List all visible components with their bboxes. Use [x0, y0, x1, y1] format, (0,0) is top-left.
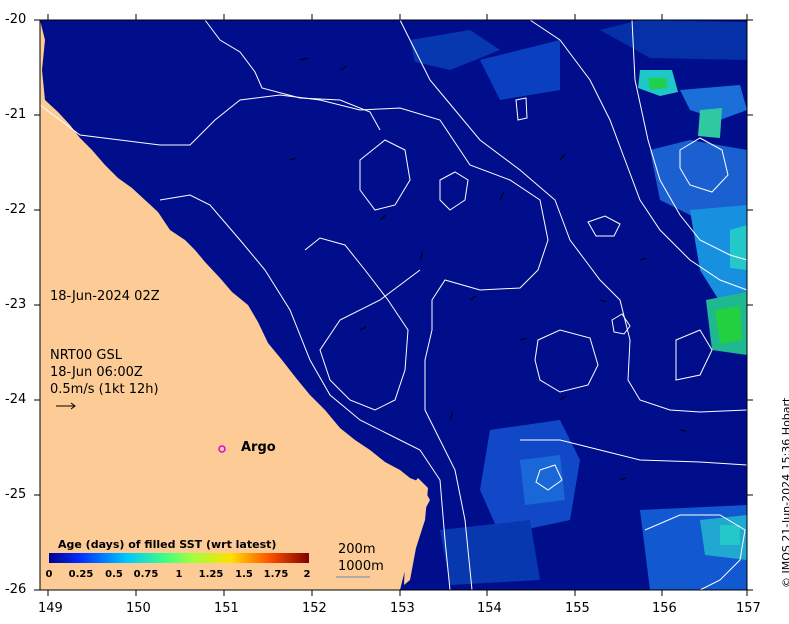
y-tick-label: -21 [5, 107, 27, 122]
map-canvas [34, 14, 753, 596]
x-tick-label: 154 [477, 601, 502, 616]
colorbar [49, 553, 309, 563]
y-tick-label: -22 [5, 202, 27, 217]
x-tick-label: 156 [652, 601, 677, 616]
current-scale-label: 0.5m/s (1kt 12h) [50, 382, 159, 397]
y-tick-label: -24 [5, 392, 27, 407]
colorbar-tick: 1 [175, 569, 183, 580]
x-tick-label: 149 [38, 601, 63, 616]
x-tick-label: 157 [736, 601, 761, 616]
y-tick-label: -23 [5, 297, 27, 312]
colorbar-tick: 1.5 [235, 569, 253, 580]
colorbar-tick: 0.5 [105, 569, 123, 580]
colorbar-tick: 0.75 [133, 569, 159, 580]
y-tick-label: -25 [5, 487, 27, 502]
y-tick-label: -20 [5, 12, 27, 27]
colorbar-tick: 1.25 [198, 569, 224, 580]
colorbar-tick: 0 [45, 569, 53, 580]
argo-label: Argo [241, 440, 276, 455]
x-tick-label: 153 [390, 601, 415, 616]
credit-label: © IMOS 21-Jun-2024 15:36 Hobart [780, 397, 789, 588]
colorbar-title: Age (days) of filled SST (wrt latest) [58, 538, 277, 551]
x-tick-label: 151 [214, 601, 239, 616]
colorbar-tick: 1.75 [263, 569, 289, 580]
isobath-label-200m: 200m [338, 542, 376, 557]
current-time-label: 18-Jun 06:00Z [50, 365, 143, 380]
colorbar-tick: 2 [303, 569, 311, 580]
isobath-label-1000m: 1000m [338, 559, 384, 574]
x-tick-label: 155 [565, 601, 590, 616]
current-model-label: NRT00 GSL [50, 348, 122, 363]
x-tick-label: 152 [302, 601, 327, 616]
x-tick-label: 150 [126, 601, 151, 616]
y-tick-label: -26 [5, 582, 27, 597]
colorbar-tick: 0.25 [68, 569, 94, 580]
date-label: 18-Jun-2024 02Z [50, 289, 160, 304]
